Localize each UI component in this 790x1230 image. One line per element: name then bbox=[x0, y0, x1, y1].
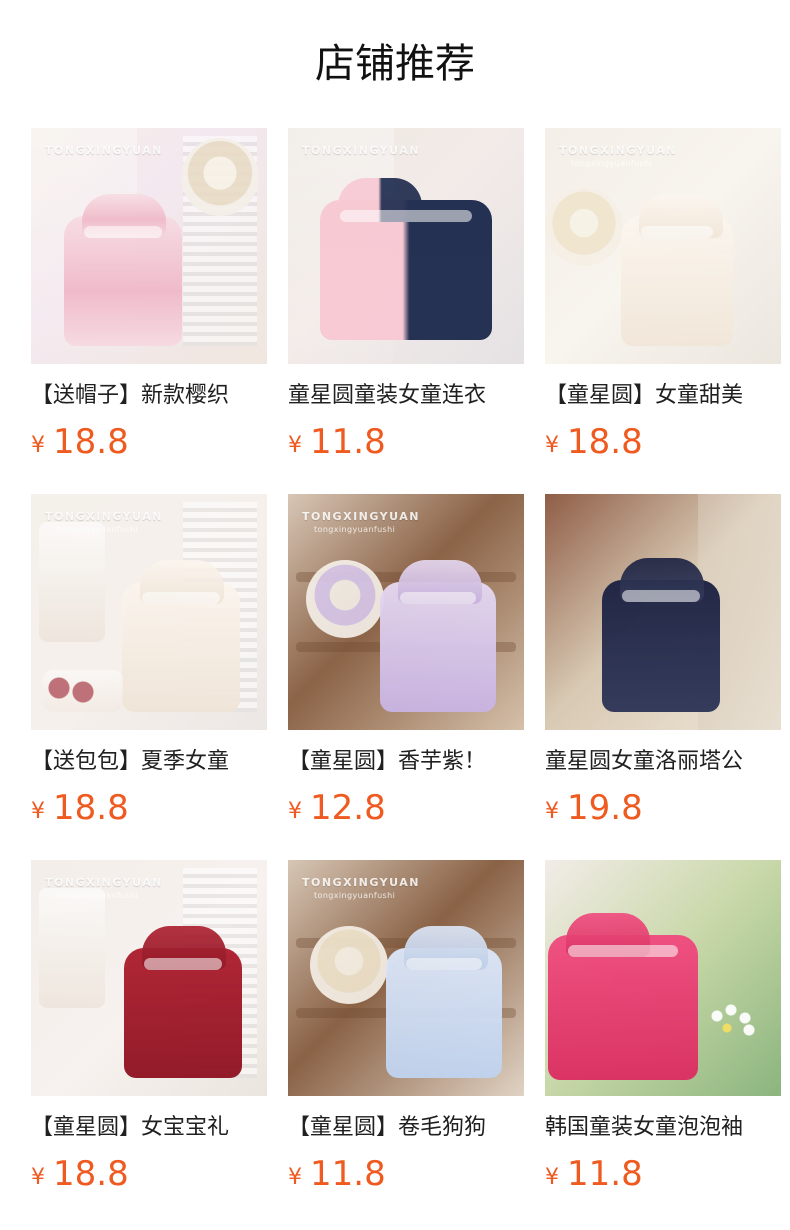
price-value: 11.8 bbox=[310, 1154, 386, 1194]
brand-watermark: TONGXINGYUAN bbox=[302, 876, 420, 889]
product-name[interactable]: 【送包包】夏季女童 bbox=[31, 748, 267, 776]
product-price: ¥11.8 bbox=[545, 1154, 781, 1194]
currency-symbol: ¥ bbox=[545, 1165, 559, 1190]
product-name[interactable]: 【童星圆】女宝宝礼 bbox=[31, 1114, 267, 1142]
price-value: 18.8 bbox=[53, 788, 129, 828]
hat-graphic bbox=[545, 188, 623, 266]
currency-symbol: ¥ bbox=[31, 799, 45, 824]
product-image[interactable]: TONGXINGYUAN tongxingyuanfushi bbox=[545, 128, 781, 364]
product-name[interactable]: 【童星圆】香芋紫！ bbox=[288, 748, 524, 776]
currency-symbol: ¥ bbox=[31, 1165, 45, 1190]
dress-graphic bbox=[386, 926, 502, 1078]
hat-graphic bbox=[310, 926, 388, 1004]
product-price: ¥18.8 bbox=[545, 422, 781, 462]
product-price: ¥12.8 bbox=[288, 788, 524, 828]
brand-subtitle: tongxingyuanfushi bbox=[57, 525, 139, 534]
brand-watermark: TONGXINGYUAN bbox=[45, 876, 163, 889]
product-row: TONGXINGYUAN tongxingyuanfushi 【送包包】夏季女童… bbox=[31, 494, 790, 828]
product-image[interactable]: TONGXINGYUAN bbox=[288, 128, 524, 364]
page-header: 店铺推荐 bbox=[0, 0, 790, 120]
product-card[interactable]: TONGXINGYUAN 【送帽子】新款樱织 ¥18.8 bbox=[31, 128, 267, 462]
brand-subtitle: tongxingyuanfushi bbox=[314, 891, 396, 900]
price-value: 11.8 bbox=[567, 1154, 643, 1194]
product-price: ¥18.8 bbox=[31, 422, 267, 462]
product-card[interactable]: TONGXINGYUAN tongxingyuanfushi 【童星圆】卷毛狗狗… bbox=[288, 860, 524, 1194]
product-name[interactable]: 【童星圆】卷毛狗狗 bbox=[288, 1114, 524, 1142]
product-price: ¥11.8 bbox=[288, 1154, 524, 1194]
product-card[interactable]: 韩国童装女童泡泡袖 ¥11.8 bbox=[545, 860, 781, 1194]
product-row: TONGXINGYUAN 【送帽子】新款樱织 ¥18.8 TONGXINGYUA… bbox=[31, 128, 790, 462]
product-card[interactable]: TONGXINGYUAN 童星圆童装女童连衣 ¥11.8 bbox=[288, 128, 524, 462]
product-price: ¥19.8 bbox=[545, 788, 781, 828]
product-image[interactable] bbox=[545, 494, 781, 730]
currency-symbol: ¥ bbox=[31, 433, 45, 458]
dress-graphic bbox=[122, 560, 240, 712]
product-card[interactable]: TONGXINGYUAN tongxingyuanfushi 【童星圆】女宝宝礼… bbox=[31, 860, 267, 1194]
price-value: 12.8 bbox=[310, 788, 386, 828]
brand-subtitle: tongxingyuanfushi bbox=[571, 159, 653, 168]
product-row: TONGXINGYUAN tongxingyuanfushi 【童星圆】女宝宝礼… bbox=[31, 860, 790, 1194]
currency-symbol: ¥ bbox=[288, 433, 302, 458]
product-grid: TONGXINGYUAN 【送帽子】新款樱织 ¥18.8 TONGXINGYUA… bbox=[31, 128, 790, 1226]
product-name[interactable]: 【送帽子】新款樱织 bbox=[31, 382, 267, 410]
dress-graphic bbox=[621, 194, 733, 346]
price-value: 19.8 bbox=[567, 788, 643, 828]
dress-graphic bbox=[64, 194, 182, 346]
currency-symbol: ¥ bbox=[288, 799, 302, 824]
product-image[interactable]: TONGXINGYUAN tongxingyuanfushi bbox=[31, 494, 267, 730]
dress-graphic bbox=[320, 178, 492, 340]
product-image[interactable]: TONGXINGYUAN tongxingyuanfushi bbox=[31, 860, 267, 1096]
price-value: 18.8 bbox=[53, 1154, 129, 1194]
product-card[interactable]: TONGXINGYUAN tongxingyuanfushi 【童星圆】香芋紫！… bbox=[288, 494, 524, 828]
flower-graphic bbox=[707, 1004, 767, 1044]
product-card[interactable]: TONGXINGYUAN tongxingyuanfushi 【送包包】夏季女童… bbox=[31, 494, 267, 828]
dress-graphic bbox=[548, 913, 698, 1080]
product-price: ¥11.8 bbox=[288, 422, 524, 462]
price-value: 18.8 bbox=[567, 422, 643, 462]
product-name[interactable]: 童星圆女童洛丽塔公 bbox=[545, 748, 781, 776]
product-image[interactable]: TONGXINGYUAN tongxingyuanfushi bbox=[288, 860, 524, 1096]
display-rack-graphic bbox=[39, 522, 105, 642]
product-card[interactable]: 童星圆女童洛丽塔公 ¥19.8 bbox=[545, 494, 781, 828]
page-title: 店铺推荐 bbox=[315, 41, 475, 87]
brand-subtitle: tongxingyuanfushi bbox=[314, 525, 396, 534]
product-name[interactable]: 【童星圆】女童甜美 bbox=[545, 382, 781, 410]
hat-graphic bbox=[306, 560, 384, 638]
currency-symbol: ¥ bbox=[545, 433, 559, 458]
dress-graphic bbox=[380, 560, 496, 712]
brand-subtitle: tongxingyuanfushi bbox=[57, 891, 139, 900]
price-value: 18.8 bbox=[53, 422, 129, 462]
brand-watermark: TONGXINGYUAN bbox=[45, 510, 163, 523]
currency-symbol: ¥ bbox=[288, 1165, 302, 1190]
product-card[interactable]: TONGXINGYUAN tongxingyuanfushi 【童星圆】女童甜美… bbox=[545, 128, 781, 462]
hat-graphic bbox=[181, 138, 259, 216]
product-price: ¥18.8 bbox=[31, 1154, 267, 1194]
product-name[interactable]: 韩国童装女童泡泡袖 bbox=[545, 1114, 781, 1142]
brand-watermark: TONGXINGYUAN bbox=[302, 144, 420, 157]
brand-watermark: TONGXINGYUAN bbox=[302, 510, 420, 523]
product-name[interactable]: 童星圆童装女童连衣 bbox=[288, 382, 524, 410]
dress-graphic bbox=[602, 558, 720, 712]
product-image[interactable]: TONGXINGYUAN bbox=[31, 128, 267, 364]
brand-watermark: TONGXINGYUAN bbox=[559, 144, 677, 157]
price-value: 11.8 bbox=[310, 422, 386, 462]
brand-watermark: TONGXINGYUAN bbox=[45, 144, 163, 157]
accessory-graphic bbox=[43, 670, 123, 712]
dress-graphic bbox=[124, 926, 242, 1078]
display-rack-graphic bbox=[39, 888, 105, 1008]
currency-symbol: ¥ bbox=[545, 799, 559, 824]
product-price: ¥18.8 bbox=[31, 788, 267, 828]
product-image[interactable] bbox=[545, 860, 781, 1096]
product-image[interactable]: TONGXINGYUAN tongxingyuanfushi bbox=[288, 494, 524, 730]
